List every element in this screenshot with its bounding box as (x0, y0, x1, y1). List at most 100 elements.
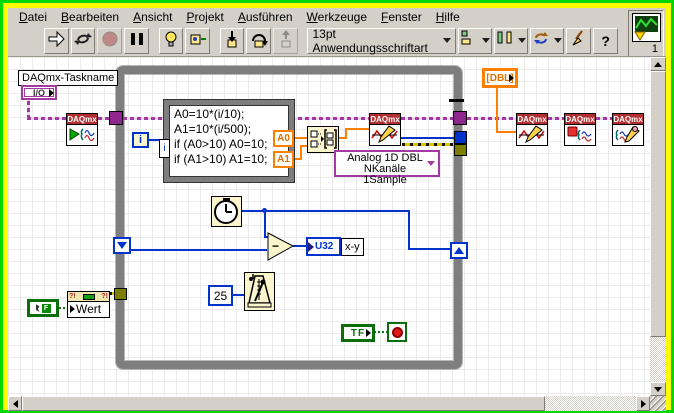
task-wire (27, 99, 30, 119)
help-icon: ? (601, 32, 610, 49)
formula-output-a0[interactable]: A0 (273, 130, 294, 147)
boolean-control-reference[interactable]: F (27, 299, 59, 317)
menu-projekt[interactable]: Projekt (179, 9, 230, 25)
step-into-button[interactable] (219, 27, 245, 54)
value-property-node[interactable]: ?! ?! Wert (67, 291, 110, 318)
daqmx-start-task-vi[interactable]: DAQmx (66, 113, 98, 146)
arrow-down-icon (654, 386, 662, 392)
u32-label[interactable]: x-y (341, 238, 364, 256)
menu-ausfuehren[interactable]: Ausführen (231, 9, 300, 25)
distribute-objects-button[interactable] (494, 27, 529, 54)
boolean-letter: F (41, 303, 51, 313)
menu-hilfe[interactable]: Hilfe (429, 9, 467, 25)
run-continuous-button[interactable] (70, 27, 96, 54)
task-wire (548, 117, 564, 120)
loop-condition-terminal[interactable] (387, 322, 407, 342)
run-icon (46, 29, 66, 52)
distribute-objects-icon (496, 29, 514, 52)
reference-glyph-icon (35, 304, 40, 312)
abort-button[interactable] (97, 27, 123, 54)
step-over-button[interactable] (246, 27, 272, 54)
stop-wire (374, 331, 387, 333)
dbl-data-wire (496, 131, 518, 133)
task-wire (467, 117, 516, 120)
vertical-scroll-thumb[interactable] (650, 71, 666, 337)
arrow-up-icon (654, 61, 662, 67)
class-icon (82, 293, 95, 300)
scroll-right-button[interactable] (636, 396, 650, 411)
labview-window: Datei Bearbeiten Ansicht Projekt Ausführ… (8, 8, 666, 411)
vi-icon[interactable] (632, 13, 661, 42)
horizontal-scrollbar[interactable] (8, 396, 650, 411)
metronome-icon (245, 274, 274, 314)
samples-tunnel[interactable] (454, 131, 467, 144)
chevron-down-icon (554, 38, 563, 43)
daqmx-clear-task-vi[interactable]: DAQmx (612, 113, 644, 146)
help-button[interactable]: ? (593, 27, 618, 54)
tick-count-wire (242, 210, 410, 212)
arrow-left-icon (12, 399, 18, 408)
font-selector[interactable]: 13pt Anwendungsschriftart (307, 27, 457, 55)
prev-tick-wire (130, 249, 267, 251)
dbl-array-control[interactable]: [DBL] (482, 68, 518, 88)
u32-indicator[interactable]: U32 (306, 237, 341, 256)
scroll-down-button[interactable] (650, 382, 666, 396)
horizontal-scroll-thumb[interactable] (22, 396, 545, 411)
dbl-data-wire (496, 87, 498, 133)
shift-register-left[interactable] (113, 237, 131, 254)
shift-register-down-icon (117, 242, 127, 249)
subtract-node[interactable]: − (267, 232, 295, 262)
task-name-label[interactable]: DAQmx-Taskname (18, 70, 119, 86)
a1-wire (300, 145, 302, 160)
reorder-icon (532, 29, 550, 52)
reorder-button[interactable] (530, 27, 565, 54)
chevron-down-icon (482, 38, 491, 43)
retain-wire-values-button[interactable] (185, 27, 211, 54)
pause-button[interactable] (124, 27, 149, 54)
task-tunnel-left[interactable] (109, 111, 123, 125)
shift-register-right[interactable] (450, 242, 468, 259)
vertical-scrollbar[interactable] (650, 57, 666, 396)
control-nub-icon (49, 88, 54, 97)
scroll-left-button[interactable] (8, 396, 22, 411)
window-resize-grip[interactable] (650, 396, 666, 411)
polymorphic-vi-selector[interactable]: Analog 1D DBL NKanäle 1Sample (334, 150, 440, 186)
diagram-area: DAQmx-Taskname I/O DAQmx i A0=10*(i/10);… (8, 56, 666, 411)
property-name: Wert (76, 302, 102, 316)
bool-ref-wire (59, 307, 67, 309)
error-tunnel-right[interactable] (454, 144, 467, 156)
formula-line: A1=10*(i/500); (174, 122, 252, 136)
step-into-icon (222, 29, 242, 52)
align-objects-button[interactable] (458, 27, 493, 54)
control-nub-icon (509, 74, 514, 82)
formula-input-i[interactable]: i (159, 139, 170, 158)
tick-count-wire (408, 210, 410, 250)
stop-button-terminal[interactable]: TF (341, 324, 375, 342)
daqmx-stop-task-vi[interactable]: DAQmx (564, 113, 596, 146)
scroll-up-button[interactable] (650, 57, 666, 71)
menu-ansicht[interactable]: Ansicht (126, 9, 179, 25)
build-array-node[interactable] (307, 126, 339, 153)
wait-ms-constant[interactable]: 25 (208, 285, 233, 306)
chevron-down-icon (443, 38, 452, 43)
run-button[interactable] (44, 27, 69, 54)
tick-count-clock-node[interactable] (211, 196, 242, 227)
menu-werkzeuge[interactable]: Werkzeuge (300, 9, 374, 25)
border-tick (449, 99, 464, 102)
wait-next-ms-multiple-node[interactable] (244, 272, 275, 311)
chevron-down-icon (518, 38, 527, 43)
menu-datei[interactable]: Datei (12, 9, 54, 25)
task-tunnel-right[interactable] (453, 111, 467, 125)
daqmx-write-final-vi[interactable]: DAQmx (516, 113, 548, 146)
error-tunnel-left[interactable] (114, 288, 127, 300)
diagram-canvas[interactable]: DAQmx-Taskname I/O DAQmx i A0=10*(i/10);… (8, 57, 650, 396)
formula-output-a1[interactable]: A1 (273, 151, 294, 168)
menu-bearbeiten[interactable]: Bearbeiten (54, 9, 126, 25)
menu-fenster[interactable]: Fenster (374, 9, 429, 25)
iteration-terminal[interactable]: i (132, 132, 149, 148)
step-out-button[interactable] (273, 27, 298, 54)
highlight-execution-button[interactable] (158, 27, 184, 54)
daqmx-write-vi[interactable]: DAQmx (369, 113, 401, 146)
daqmx-taskname-control[interactable]: I/O (21, 85, 57, 100)
cleanup-diagram-button[interactable] (566, 27, 592, 54)
